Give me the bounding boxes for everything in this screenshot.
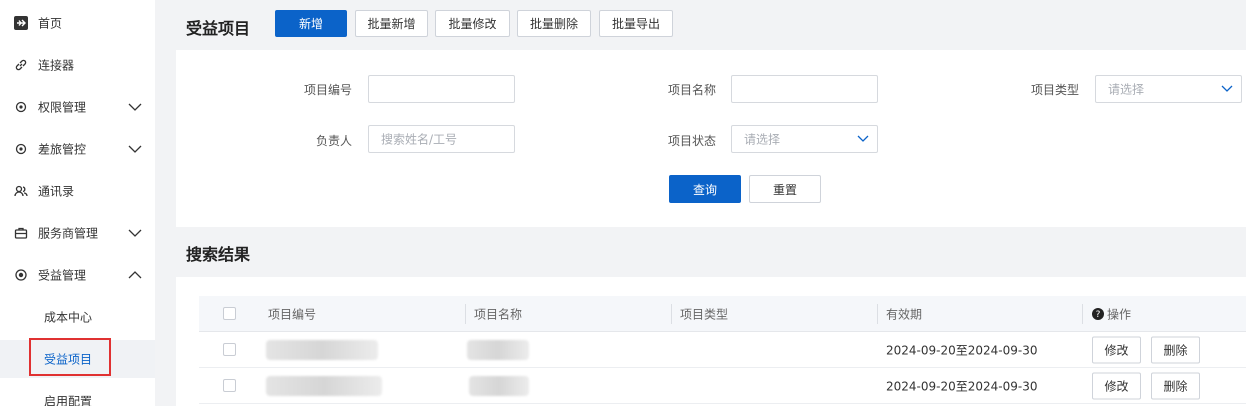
briefcase-icon: [14, 226, 28, 240]
sidebar-item-label: 受益管理: [38, 268, 87, 283]
sidebar-item-travel-control[interactable]: 差旅管控: [0, 128, 155, 170]
validity-cell: 2024-09-20至2024-09-30: [886, 379, 1038, 393]
results-title: 搜索结果: [186, 245, 251, 264]
sidebar-item-label: 首页: [38, 16, 63, 31]
help-icon[interactable]: ?: [1092, 307, 1104, 320]
column-header-project-name: 项目名称: [474, 307, 523, 321]
project-status-select[interactable]: 请选择: [731, 125, 878, 153]
owner-label: 负责人: [315, 134, 352, 148]
add-button[interactable]: 新增: [275, 10, 347, 37]
column-divider: [671, 304, 672, 324]
edit-button[interactable]: 修改: [1092, 336, 1141, 363]
airplane-icon: [14, 16, 28, 30]
svg-text:?: ?: [1096, 310, 1101, 320]
chevron-up-icon: [128, 271, 142, 279]
sidebar-subitem-enable-config[interactable]: 启用配置: [0, 382, 155, 406]
project-type-placeholder: 请选择: [1108, 82, 1145, 97]
project-type-select[interactable]: 请选择: [1095, 75, 1242, 103]
coin-icon: [14, 268, 28, 282]
column-divider: [465, 304, 466, 324]
chevron-down-icon: [128, 229, 142, 237]
owner-search-input[interactable]: 搜索姓名/工号: [368, 125, 515, 153]
redacted-project-name: [467, 339, 529, 360]
sidebar-item-label: 权限管理: [38, 100, 87, 115]
column-divider: [1082, 304, 1083, 324]
column-header-actions: 操作: [1107, 307, 1132, 321]
delete-button[interactable]: 删除: [1151, 336, 1200, 363]
sidebar-item-provider-management[interactable]: 服务商管理: [0, 212, 155, 254]
reset-button[interactable]: 重置: [749, 175, 821, 203]
sidebar-item-connectors[interactable]: 连接器: [0, 44, 155, 86]
project-name-input[interactable]: [731, 75, 878, 103]
table-row: 2024-09-20至2024-09-30 修改 删除: [199, 368, 1246, 404]
gear-icon: [14, 100, 28, 114]
table-row: 2024-09-20至2024-09-30 修改 删除: [199, 332, 1246, 368]
project-code-label: 项目编号: [303, 83, 352, 97]
chevron-down-icon: [1221, 85, 1233, 92]
sidebar-item-label: 差旅管控: [38, 142, 87, 157]
batch-export-button[interactable]: 批量导出: [599, 10, 673, 37]
app: 首页 连接器 权限管理 差旅管控 通讯录 服务商管理 受益管理 成本中心 受益项…: [0, 0, 1246, 406]
sidebar-item-permissions[interactable]: 权限管理: [0, 86, 155, 128]
gear-icon: [14, 142, 28, 156]
project-name-label: 项目名称: [667, 83, 716, 97]
sidebar-item-benefit-management[interactable]: 受益管理: [0, 254, 155, 296]
contacts-icon: [14, 184, 28, 198]
chevron-down-icon: [128, 103, 142, 111]
select-all-checkbox[interactable]: [223, 307, 236, 320]
sidebar-subitem-label: 启用配置: [44, 394, 93, 406]
project-status-placeholder: 请选择: [744, 132, 781, 147]
chevron-down-icon: [857, 135, 869, 142]
sidebar-subitem-cost-center[interactable]: 成本中心: [0, 298, 155, 336]
sidebar-subitem-label: 成本中心: [44, 310, 93, 325]
column-divider: [877, 304, 878, 324]
project-code-input[interactable]: [368, 75, 515, 103]
column-header-validity: 有效期: [886, 307, 923, 321]
page-title: 受益项目: [186, 19, 251, 38]
batch-add-button[interactable]: 批量新增: [355, 10, 428, 37]
query-button[interactable]: 查询: [669, 175, 741, 203]
results-table: 项目编号 项目名称 项目类型 有效期 ? 操作 2024-09-20至2024-…: [176, 277, 1246, 406]
row-checkbox[interactable]: [223, 343, 236, 356]
redacted-project-code: [266, 375, 382, 396]
edit-button[interactable]: 修改: [1092, 372, 1141, 399]
column-header-project-code: 项目编号: [268, 307, 317, 321]
highlight-box: [29, 338, 111, 376]
sidebar-item-label: 服务商管理: [38, 226, 99, 241]
batch-edit-button[interactable]: 批量修改: [435, 10, 510, 37]
search-form: 项目编号 项目名称 项目类型 请选择 负责人 搜索姓名/工号 项目状态 请选择 …: [176, 50, 1246, 227]
sidebar-item-label: 连接器: [38, 58, 75, 73]
project-type-label: 项目类型: [1030, 83, 1079, 97]
redacted-project-name: [469, 375, 529, 396]
column-header-project-type: 项目类型: [680, 307, 729, 321]
sidebar-item-label: 通讯录: [38, 184, 75, 199]
sidebar-item-contacts[interactable]: 通讯录: [0, 170, 155, 212]
page-header: 受益项目 新增 批量新增 批量修改 批量删除 批量导出: [155, 0, 1246, 50]
link-icon: [14, 58, 28, 72]
table-header: 项目编号 项目名称 项目类型 有效期 ? 操作: [199, 296, 1246, 332]
row-checkbox[interactable]: [223, 379, 236, 392]
project-status-label: 项目状态: [667, 134, 716, 148]
chevron-down-icon: [128, 145, 142, 153]
batch-delete-button[interactable]: 批量删除: [517, 10, 591, 37]
owner-placeholder: 搜索姓名/工号: [381, 132, 458, 147]
sidebar-item-home[interactable]: 首页: [0, 2, 155, 44]
validity-cell: 2024-09-20至2024-09-30: [886, 343, 1038, 357]
sidebar: 首页 连接器 权限管理 差旅管控 通讯录 服务商管理 受益管理 成本中心 受益项…: [0, 0, 155, 406]
delete-button[interactable]: 删除: [1151, 372, 1200, 399]
redacted-project-code: [266, 339, 378, 360]
